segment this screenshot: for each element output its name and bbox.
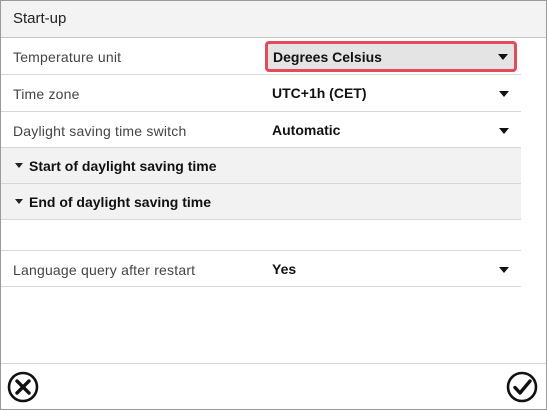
- language-query-row: Language query after restart Yes: [1, 250, 521, 287]
- time-zone-row: Time zone UTC+1h (CET): [1, 75, 521, 112]
- language-query-value: Yes: [272, 261, 297, 277]
- temperature-unit-label: Temperature unit: [13, 49, 122, 65]
- dst-switch-label: Daylight saving time switch: [13, 123, 187, 139]
- language-query-dropdown[interactable]: Yes: [265, 255, 517, 283]
- temperature-unit-dropdown[interactable]: Degrees Celsius: [265, 41, 517, 72]
- close-circle-icon: [7, 371, 39, 403]
- expand-triangle-icon: [15, 199, 23, 204]
- chevron-down-icon: [498, 54, 508, 60]
- dst-switch-row: Daylight saving time switch Automatic: [1, 112, 521, 148]
- end-dst-section[interactable]: End of daylight saving time: [1, 184, 521, 220]
- dst-switch-dropdown[interactable]: Automatic: [265, 116, 517, 144]
- dialog-header: Start-up: [1, 1, 546, 38]
- start-dst-label: Start of daylight saving time: [29, 158, 217, 174]
- chevron-down-icon: [499, 267, 509, 273]
- temperature-unit-row: Temperature unit Degrees Celsius: [1, 38, 521, 75]
- start-dst-section[interactable]: Start of daylight saving time: [1, 148, 521, 184]
- chevron-down-icon: [499, 91, 509, 97]
- time-zone-value: UTC+1h (CET): [272, 85, 367, 101]
- dst-switch-value: Automatic: [272, 122, 341, 138]
- confirm-button[interactable]: [504, 369, 540, 405]
- temperature-unit-value: Degrees Celsius: [273, 49, 382, 65]
- time-zone-label: Time zone: [13, 86, 80, 102]
- page-title: Start-up: [13, 10, 67, 27]
- time-zone-dropdown[interactable]: UTC+1h (CET): [265, 79, 517, 107]
- check-circle-icon: [506, 371, 538, 403]
- end-dst-label: End of daylight saving time: [29, 194, 212, 210]
- cancel-button[interactable]: [5, 369, 41, 405]
- footer-divider: [1, 363, 546, 364]
- language-query-label: Language query after restart: [13, 262, 196, 278]
- expand-triangle-icon: [15, 163, 23, 168]
- chevron-down-icon: [499, 128, 509, 134]
- dialog-window: Start-up Temperature unit Degrees Celsiu…: [0, 0, 547, 410]
